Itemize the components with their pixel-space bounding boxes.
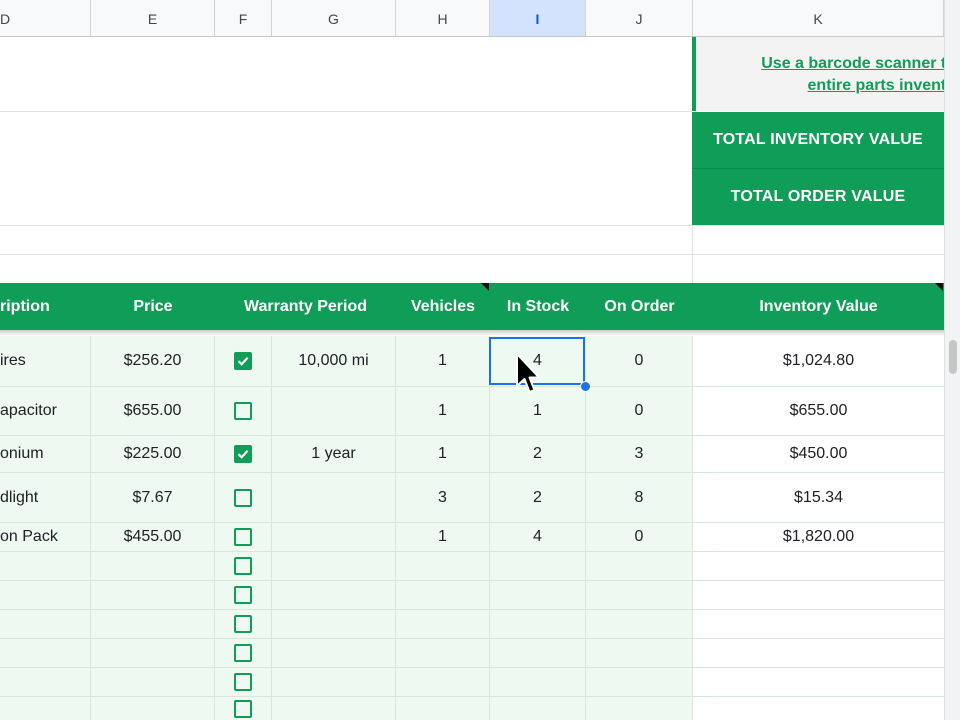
cell-price[interactable]: $7.67 <box>91 473 214 522</box>
cell-price[interactable]: $256.20 <box>91 337 214 385</box>
cell-in-stock[interactable]: 4 <box>490 523 585 551</box>
header-warranty-period[interactable]: Warranty Period <box>215 283 396 330</box>
note-indicator-icon <box>935 283 943 291</box>
gridline <box>0 609 944 610</box>
cell-vehicles[interactable]: 1 <box>396 523 489 551</box>
gridline <box>0 254 944 255</box>
cell-warranty-checkbox[interactable] <box>215 610 271 638</box>
cell-on-order[interactable]: 0 <box>586 387 692 435</box>
gridline <box>0 111 692 112</box>
cell-vehicles[interactable]: 1 <box>396 387 489 435</box>
check-icon <box>237 357 249 366</box>
gridline <box>0 580 944 581</box>
checkbox-unchecked[interactable] <box>234 528 252 546</box>
cell-price[interactable]: $455.00 <box>91 523 214 551</box>
column-header-bar: D E F G H I J K <box>0 0 944 37</box>
cell-inventory-value[interactable]: $450.00 <box>693 436 944 472</box>
cell-warranty-checkbox[interactable] <box>215 436 271 472</box>
cell-vehicles[interactable]: 1 <box>396 337 489 385</box>
cell-inventory-value[interactable]: $655.00 <box>693 387 944 435</box>
cell-on-order[interactable]: 8 <box>586 473 692 522</box>
gridline <box>0 551 944 552</box>
column-header-j[interactable]: J <box>586 0 693 36</box>
cell-description[interactable]: dlight <box>0 473 90 522</box>
cell-warranty-period[interactable]: 1 year <box>272 436 395 472</box>
header-in-stock[interactable]: In Stock <box>490 283 586 330</box>
checkbox-unchecked[interactable] <box>234 586 252 604</box>
barcode-scanner-link[interactable]: Use a barcode scanner to entire parts in… <box>696 53 944 97</box>
gridline <box>0 696 944 697</box>
checkbox-unchecked[interactable] <box>234 673 252 691</box>
cell-warranty-period[interactable] <box>272 523 395 551</box>
checkbox-checked[interactable] <box>234 352 252 370</box>
cell-warranty-checkbox[interactable] <box>215 639 271 667</box>
vertical-scrollbar[interactable] <box>944 0 960 720</box>
header-vehicles[interactable]: Vehicles <box>396 283 490 330</box>
cell-warranty-checkbox[interactable] <box>215 581 271 609</box>
cell-description[interactable]: ires <box>0 337 90 385</box>
cell-vehicles[interactable]: 3 <box>396 473 489 522</box>
cell-warranty-checkbox[interactable] <box>215 337 271 385</box>
cell-warranty-period[interactable] <box>272 473 395 522</box>
cell-price[interactable]: $225.00 <box>91 436 214 472</box>
cell-warranty-checkbox[interactable] <box>215 697 271 720</box>
checkbox-unchecked[interactable] <box>234 700 252 718</box>
header-description[interactable]: ription <box>0 283 91 330</box>
header-price[interactable]: Price <box>91 283 215 330</box>
cell-description[interactable]: on Pack <box>0 523 90 551</box>
cell-warranty-checkbox[interactable] <box>215 473 271 522</box>
cell-description[interactable]: apacitor <box>0 387 90 435</box>
column-header-e[interactable]: E <box>91 0 215 36</box>
cell-inventory-value[interactable]: $1,820.00 <box>693 523 944 551</box>
cell-inventory-value[interactable]: $1,024.80 <box>693 337 944 385</box>
total-inventory-value-label: TOTAL INVENTORY VALUE <box>692 112 944 168</box>
table-header-row: ription Price Warranty Period Vehicles I… <box>0 283 944 330</box>
checkbox-unchecked[interactable] <box>234 615 252 633</box>
cell-on-order[interactable]: 0 <box>586 337 692 385</box>
checkbox-unchecked[interactable] <box>234 402 252 420</box>
cell-description[interactable]: onium <box>0 436 90 472</box>
cell-warranty-checkbox[interactable] <box>215 668 271 696</box>
cell-in-stock[interactable]: 2 <box>490 473 585 522</box>
cell-in-stock[interactable]: 2 <box>490 436 585 472</box>
cell-warranty-period[interactable] <box>272 387 395 435</box>
gridline <box>0 638 944 639</box>
checkbox-unchecked[interactable] <box>234 557 252 575</box>
barcode-scanner-link-cell[interactable]: Use a barcode scanner to entire parts in… <box>692 37 944 111</box>
cell-warranty-checkbox[interactable] <box>215 523 271 551</box>
column-header-h[interactable]: H <box>396 0 490 36</box>
cell-warranty-checkbox[interactable] <box>215 387 271 435</box>
scrollbar-thumb[interactable] <box>949 340 957 374</box>
cell-on-order[interactable]: 0 <box>586 523 692 551</box>
cell-warranty-period[interactable]: 10,000 mi <box>272 337 395 385</box>
total-order-value-label: TOTAL ORDER VALUE <box>692 168 944 225</box>
check-icon <box>237 450 249 459</box>
column-header-f[interactable]: F <box>215 0 272 36</box>
header-on-order[interactable]: On Order <box>586 283 693 330</box>
mouse-pointer-icon <box>516 353 540 393</box>
cell-warranty-checkbox[interactable] <box>215 552 271 580</box>
fill-handle[interactable] <box>580 381 591 392</box>
cell-vehicles[interactable]: 1 <box>396 436 489 472</box>
column-header-i[interactable]: I <box>490 0 586 36</box>
column-header-g[interactable]: G <box>272 0 396 36</box>
gridline <box>0 225 944 226</box>
cell-price[interactable]: $655.00 <box>91 387 214 435</box>
gridline <box>0 667 944 668</box>
checkbox-unchecked[interactable] <box>234 644 252 662</box>
checkbox-checked[interactable] <box>234 445 252 463</box>
link-line-2[interactable]: entire parts invento <box>696 75 944 97</box>
cell-on-order[interactable]: 3 <box>586 436 692 472</box>
checkbox-unchecked[interactable] <box>234 488 252 507</box>
cell-inventory-value[interactable]: $15.34 <box>693 473 944 522</box>
note-indicator-icon <box>481 283 489 291</box>
column-header-k[interactable]: K <box>693 0 944 36</box>
link-line-1[interactable]: Use a barcode scanner to <box>696 53 944 75</box>
column-header-d[interactable]: D <box>0 0 91 36</box>
header-inventory-value[interactable]: Inventory Value <box>693 283 944 330</box>
gridline <box>692 226 693 283</box>
